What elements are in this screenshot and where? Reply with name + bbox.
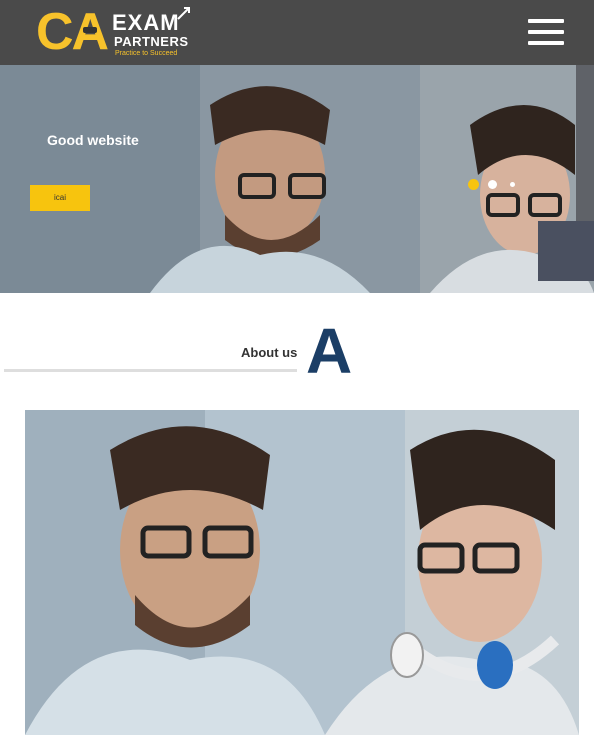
site-header: CA EXAM PARTNERS Practice to Succeed — [0, 0, 594, 65]
slider-dot-1[interactable] — [468, 179, 479, 190]
logo-line2: PARTNERS — [114, 34, 189, 49]
hero-side-panel — [576, 65, 594, 221]
upward-arrow-icon — [177, 7, 190, 20]
hero-side-block — [538, 221, 594, 281]
logo-mark: CA — [36, 3, 109, 61]
about-photo-image — [25, 410, 579, 735]
about-heading: About us — [241, 345, 298, 360]
logo-tagline: Practice to Succeed — [115, 50, 178, 57]
hero-caption: Good website — [47, 132, 139, 148]
slider-dot-2[interactable] — [488, 180, 497, 189]
about-divider — [4, 369, 297, 372]
slider-dot-3[interactable] — [510, 182, 515, 187]
hamburger-menu-icon[interactable] — [528, 18, 564, 48]
about-photo — [25, 410, 579, 735]
hero-slider: Good website icai — [0, 65, 594, 293]
graduation-cap-icon — [83, 27, 97, 33]
about-letter: A — [306, 315, 353, 387]
site-logo[interactable]: CA EXAM PARTNERS Practice to Succeed — [36, 5, 196, 60]
logo-line1: EXAM — [112, 10, 180, 35]
slider-dots — [468, 179, 528, 191]
hero-cta-button[interactable]: icai — [30, 185, 90, 211]
